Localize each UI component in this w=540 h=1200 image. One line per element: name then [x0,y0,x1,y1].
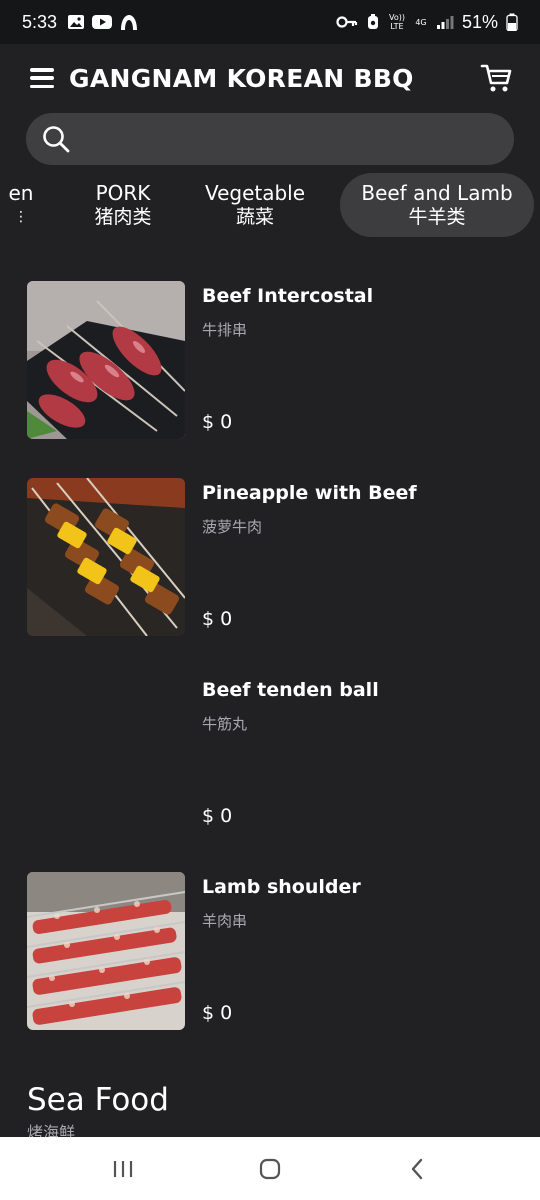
item-photo [27,872,185,1030]
item-name: Pineapple with Beef [202,482,417,504]
search-input[interactable] [82,128,514,150]
battery-icon [506,13,518,31]
recents-icon[interactable] [103,1149,143,1189]
volte-indicator: Vo)) LTE [388,13,405,31]
status-time: 5:33 [22,11,58,32]
app-notification-icon [121,15,138,30]
gallery-icon [68,15,85,29]
battery-percent: 51% [461,11,498,32]
menu-item-beef-intercostal[interactable]: Beef Intercostal 牛排串 $ 0 [27,281,517,439]
tab-label-cn: 猪肉类 [94,206,152,228]
back-icon[interactable] [397,1149,437,1189]
tab-label-cn: 蔬菜 [235,206,274,228]
category-tabs: en ⋮ PORK 猪肉类 Vegetable 蔬菜 Beef and Lamb… [0,173,540,237]
section-title: Sea Food [27,1082,169,1118]
item-price: $ 0 [202,1002,233,1024]
status-bar: 5:33 Vo)) LTE 4G 51% [0,0,540,44]
menu-item-beef-tenden-ball[interactable]: Beef tenden ball 牛筋丸 $ 0 [27,675,517,833]
item-price: $ 0 [202,411,233,433]
menu-item-lamb-shoulder[interactable]: Lamb shoulder 羊肉串 $ 0 [27,872,517,1030]
item-name: Beef tenden ball [202,679,379,701]
item-price: $ 0 [202,805,233,827]
tab-label-en: PORK [95,181,151,205]
tab-label-en: en [8,181,34,205]
app-bar: GANGNAM KOREAN BBQ [0,44,540,112]
tab-beef-and-lamb[interactable]: Beef and Lamb 牛羊类 [340,173,534,237]
home-icon[interactable] [250,1149,290,1189]
item-subtitle: 牛筋丸 [202,715,248,733]
search-bar[interactable] [26,113,514,165]
hamburger-menu-icon[interactable] [30,68,54,88]
tab-label-cn: 牛羊类 [408,206,466,228]
shopping-cart-icon[interactable] [480,62,514,94]
system-nav-bar [0,1137,540,1200]
status-right: Vo)) LTE 4G 51% [336,12,518,33]
item-subtitle: 羊肉串 [202,912,248,930]
item-subtitle: 牛排串 [202,321,248,339]
alarm-icon [367,14,378,29]
network-indicator: 4G [415,17,427,27]
tab-vegetable[interactable]: Vegetable 蔬菜 [193,173,317,237]
tab-pork[interactable]: PORK 猪肉类 [82,173,164,237]
key-icon [336,16,358,28]
tab-label-en: Vegetable [204,181,306,205]
tab-label-cn: ⋮ [14,209,28,225]
search-icon [43,126,70,153]
notification-icons [67,13,139,31]
item-name: Beef Intercostal [202,285,374,307]
tab-label-en: Beef and Lamb [361,181,513,205]
tab-partial[interactable]: en ⋮ [0,173,46,237]
item-photo [27,281,185,439]
item-photo [27,478,185,636]
youtube-icon [92,15,113,29]
item-price: $ 0 [202,608,233,630]
menu-item-pineapple-with-beef[interactable]: Pineapple with Beef 菠萝牛肉 $ 0 [27,478,517,636]
signal-icon [436,16,454,29]
app-title: GANGNAM KOREAN BBQ [69,63,414,93]
item-subtitle: 菠萝牛肉 [202,518,263,536]
item-name: Lamb shoulder [202,876,361,898]
